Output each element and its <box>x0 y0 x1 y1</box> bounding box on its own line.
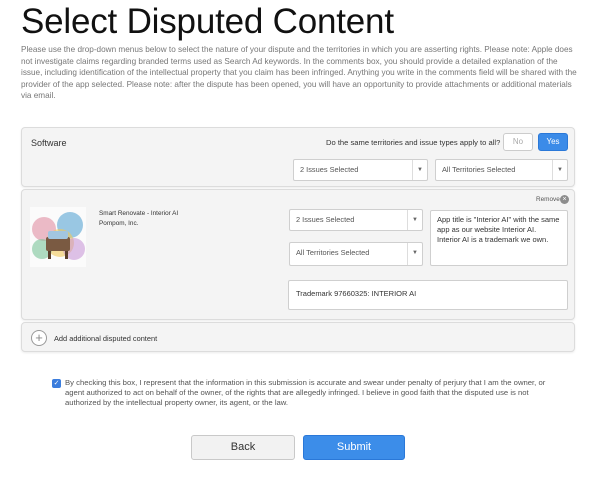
item-issues-value: 2 Issues Selected <box>296 215 355 224</box>
global-issues-select[interactable]: 2 Issues Selected ▼ <box>293 159 428 181</box>
global-issues-value: 2 Issues Selected <box>300 165 359 174</box>
attestation-checkbox[interactable]: ✓ <box>52 379 61 388</box>
global-territories-select[interactable]: All Territories Selected ▼ <box>435 159 568 181</box>
apply-all-no-button[interactable]: No <box>503 133 533 151</box>
apply-to-all-question: Do the same territories and issue types … <box>326 138 501 147</box>
remove-label[interactable]: Remove <box>536 196 560 203</box>
chevron-down-icon: ▼ <box>552 160 567 180</box>
software-panel: Software Do the same territories and iss… <box>21 127 575 187</box>
item-territories-value: All Territories Selected <box>296 248 370 257</box>
chevron-down-icon: ▼ <box>407 210 422 230</box>
back-button[interactable]: Back <box>191 435 295 460</box>
submit-button[interactable]: Submit <box>303 435 405 460</box>
close-icon[interactable]: × <box>560 195 569 204</box>
app-developer: Pompom, Inc. <box>99 220 139 227</box>
app-thumbnail <box>30 207 86 267</box>
trademark-field[interactable]: Trademark 97660325: INTERIOR AI <box>288 280 568 310</box>
comment-textarea[interactable]: App title is "Interior AI" with the same… <box>430 210 568 266</box>
chevron-down-icon: ▼ <box>412 160 427 180</box>
plus-icon[interactable]: + <box>31 330 47 346</box>
add-content-label[interactable]: Add additional disputed content <box>54 334 157 343</box>
page-title: Select Disputed Content <box>21 2 394 41</box>
item-territories-select[interactable]: All Territories Selected ▼ <box>289 242 423 266</box>
intro-text: Please use the drop-down menus below to … <box>21 45 577 101</box>
software-label: Software <box>31 138 67 148</box>
chevron-down-icon: ▼ <box>407 243 422 265</box>
attestation-text: By checking this box, I represent that t… <box>65 378 546 408</box>
disputed-content-item: Remove × Smart Renovate - Interior AI Po… <box>21 189 575 320</box>
global-territories-value: All Territories Selected <box>442 165 516 174</box>
item-issues-select[interactable]: 2 Issues Selected ▼ <box>289 209 423 231</box>
add-content-row[interactable]: + Add additional disputed content <box>21 322 575 352</box>
apply-all-yes-button[interactable]: Yes <box>538 133 568 151</box>
app-name: Smart Renovate - Interior AI <box>99 210 179 217</box>
